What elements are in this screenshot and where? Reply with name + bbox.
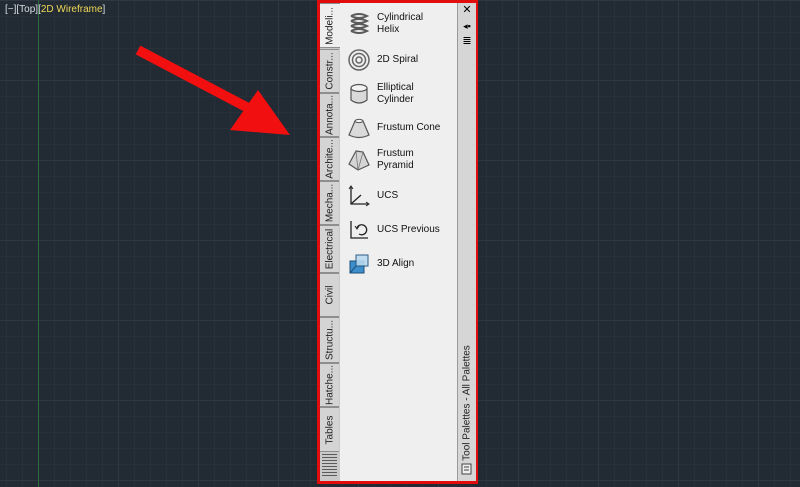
- tab-label: Constr...: [324, 52, 335, 90]
- tab-label: Tables: [324, 415, 335, 444]
- tab-label: Annota...: [324, 94, 335, 136]
- elliptical-cylinder-icon: [350, 83, 368, 104]
- palette-tab-strip: Modeli... Constr... Annota... Archite...…: [320, 3, 341, 481]
- tab-mechanical[interactable]: Mecha...: [320, 181, 339, 225]
- item-label-line1: Cylindrical: [377, 12, 424, 23]
- viewport-controls[interactable]: [−][Top][2D Wireframe]: [5, 4, 105, 15]
- item-label-line2: Pyramid: [377, 160, 414, 171]
- tab-structural[interactable]: Structu...: [320, 317, 339, 363]
- item-label-line1: Frustum Cone: [377, 122, 441, 133]
- item-label-line1: 2D Spiral: [377, 54, 419, 65]
- visual-style-label[interactable]: 2D Wireframe: [41, 4, 103, 15]
- palette-item-elliptical-cylinder[interactable]: Elliptical Cylinder: [340, 77, 457, 111]
- y-axis-line: [38, 0, 39, 487]
- viewport-label-prefix[interactable]: [−][Top][: [5, 4, 41, 15]
- close-icon[interactable]: ✕: [460, 4, 474, 16]
- tab-modeling[interactable]: Modeli...: [320, 3, 340, 48]
- item-label-line1: Frustum: [377, 148, 414, 159]
- tab-hatches[interactable]: Hatche...: [320, 363, 339, 407]
- tab-annotation[interactable]: Annota...: [320, 93, 339, 137]
- item-label-line2: Cylinder: [377, 94, 414, 105]
- tab-label: Modeli...: [324, 6, 336, 45]
- tab-label: Hatche...: [324, 364, 335, 406]
- item-label-line1: 3D Align: [377, 258, 415, 269]
- tab-electrical[interactable]: Electrical: [320, 225, 339, 273]
- tab-architectural[interactable]: Archite...: [320, 137, 339, 181]
- properties-icon[interactable]: ≣: [460, 35, 474, 47]
- ucs-icon: [348, 185, 370, 207]
- viewport-label-suffix: ]: [102, 4, 106, 15]
- tab-tables[interactable]: Tables: [320, 407, 339, 452]
- frustum-cone-icon: [348, 118, 370, 139]
- item-label-line2: Helix: [377, 24, 400, 35]
- item-label-line1: Elliptical: [377, 82, 414, 93]
- palette-item-ucs-previous[interactable]: UCS Previous: [340, 213, 457, 247]
- item-label-line1: UCS Previous: [377, 224, 440, 235]
- palette-items-area: Cylindrical Helix 2D Spiral Elliptical C…: [340, 3, 457, 481]
- palette-menu-icon[interactable]: [461, 463, 472, 475]
- palette-item-ucs[interactable]: UCS: [340, 179, 457, 213]
- red-arrow-annotation: [135, 45, 290, 135]
- palette-item-cylindrical-helix[interactable]: Cylindrical Helix: [340, 7, 457, 41]
- palette-item-frustum-pyramid[interactable]: Frustum Pyramid: [340, 143, 457, 177]
- tab-label: Mecha...: [324, 183, 335, 223]
- palette-item-frustum-cone[interactable]: Frustum Cone: [340, 111, 457, 145]
- tab-constraints[interactable]: Constr...: [320, 49, 339, 93]
- cylindrical-helix-icon: [350, 13, 370, 34]
- frustum-pyramid-icon: [348, 150, 370, 171]
- palette-item-3d-align[interactable]: 3D Align: [340, 247, 457, 281]
- tab-overflow-grip[interactable]: [322, 454, 337, 476]
- ucs-previous-icon: [350, 221, 368, 239]
- 2d-spiral-icon: [348, 49, 370, 71]
- item-label-line1: UCS: [377, 190, 399, 201]
- palette-title: Tool Palettes - All Palettes: [461, 345, 473, 461]
- tab-label: Archite...: [324, 139, 335, 179]
- tab-label: Civil: [324, 285, 335, 305]
- palette-title-bar[interactable]: ✕ ◂▪ ≣ Tool Palettes - All Palettes: [457, 3, 476, 481]
- tab-civil[interactable]: Civil: [320, 273, 339, 317]
- 3d-align-icon: [349, 254, 369, 274]
- palette-item-2d-spiral[interactable]: 2D Spiral: [340, 43, 457, 77]
- tab-label: Electrical: [324, 228, 335, 270]
- auto-hide-icon[interactable]: ◂▪: [460, 20, 474, 32]
- tab-label: Structu...: [324, 319, 335, 361]
